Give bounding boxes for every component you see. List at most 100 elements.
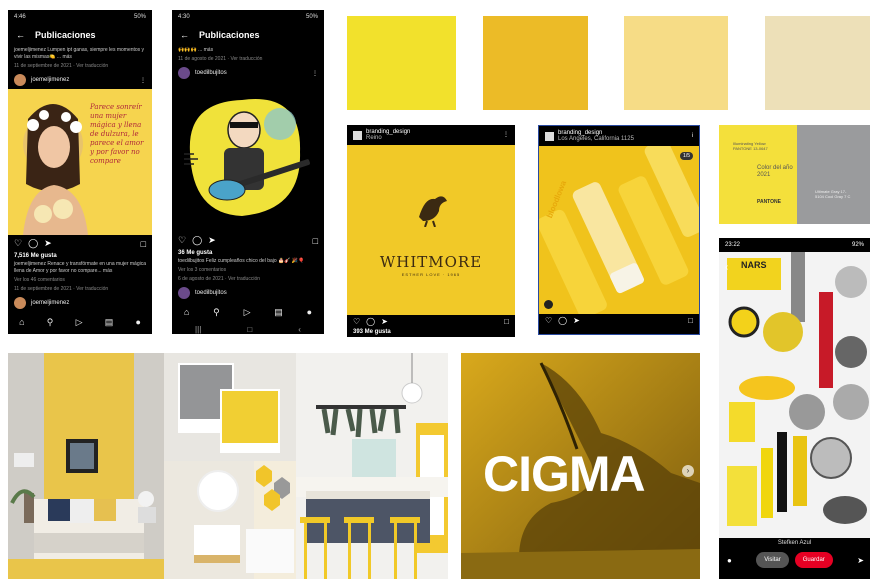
more-options-icon[interactable]: ⋮ (140, 77, 146, 84)
page-title: Publicaciones (35, 30, 96, 40)
post-header[interactable]: joemeljimenez ⋮ (8, 71, 152, 89)
color-swatch-bright-yellow (347, 16, 456, 110)
username[interactable]: toedilbujitos (195, 70, 227, 76)
brand-tagline: ESTHER LOVE · 1965 (401, 272, 461, 277)
back-icon[interactable]: ‹ (298, 325, 301, 334)
username[interactable]: joemeljimenez (31, 300, 69, 306)
instagram-post-whitmore: branding_design Reino ⋮ WHITMORE ESTHER … (347, 125, 515, 337)
likes-count[interactable]: 7,516 Me gusta (8, 252, 152, 260)
back-arrow-icon[interactable]: ← (180, 30, 189, 40)
comment-icon[interactable]: ◯ (366, 317, 375, 326)
comments-link[interactable]: Ver los 46 comentarios (8, 276, 152, 285)
status-bar: 23:22 92% (719, 238, 870, 252)
post-actions: ♡ ◯ ➤ □ (172, 232, 324, 249)
tag-icon[interactable] (544, 300, 553, 309)
heart-icon[interactable]: ♡ (545, 316, 552, 325)
post-image: WHITMORE ESTHER LOVE · 1965 (347, 145, 515, 315)
next-arrow-icon[interactable]: › (682, 465, 694, 477)
post-image: bloodlowa 1/5 (539, 146, 699, 314)
post-actions: ♡ ◯ ➤ □ (347, 315, 515, 328)
visit-button[interactable]: Visitar (756, 552, 789, 568)
avatar (545, 131, 554, 141)
username[interactable]: joemeljimenez (31, 77, 69, 83)
shop-icon[interactable]: ▤ (105, 317, 114, 328)
back-arrow-icon[interactable]: ← (16, 30, 25, 40)
search-icon[interactable]: ⚲ (213, 307, 220, 318)
post-actions: ♡ ◯ ➤ □ (8, 235, 152, 252)
bookmark-icon[interactable]: □ (313, 236, 318, 246)
info-icon[interactable]: i (692, 133, 693, 139)
bedroom-illustration (8, 353, 164, 579)
home-icon[interactable]: ⌂ (184, 307, 189, 318)
post-date: 6 de agosto de 2021 · Ver traducción (178, 276, 261, 282)
avatar (178, 67, 190, 79)
pin-actions: ● Visitar Guardar ➤ (719, 552, 870, 568)
heart-icon[interactable]: ♡ (178, 235, 186, 246)
yellow-bedroom-photo (8, 353, 164, 579)
share-icon[interactable]: ➤ (381, 317, 388, 326)
share-icon[interactable]: ➤ (857, 556, 864, 565)
post-header[interactable]: branding_design Reino ⋮ (347, 125, 515, 145)
home-button-icon[interactable]: □ (247, 325, 252, 334)
home-icon[interactable]: ⌂ (19, 317, 24, 328)
share-icon[interactable]: ➤ (573, 316, 580, 325)
share-icon[interactable]: ➤ (44, 238, 52, 249)
color-swatch-pale-yellow (624, 16, 728, 110)
cigma-title: CIGMA (483, 446, 646, 502)
comment-icon[interactable]: ◯ (558, 316, 567, 325)
carousel-counter: 1/5 (680, 152, 693, 160)
caption-top: joemeljimenez Lumpen ipt ganas, siempre … (14, 47, 145, 60)
post-image: Parece sonreír una mujer mágica y llena … (8, 89, 152, 235)
shop-icon[interactable]: ▤ (274, 307, 283, 318)
post-image (172, 82, 324, 232)
save-button[interactable]: Guardar (794, 552, 833, 568)
next-post-header[interactable]: toedilbujitos (172, 284, 324, 302)
likes-count[interactable]: 36 Me gusta (172, 249, 324, 257)
bookmark-icon[interactable]: □ (141, 239, 146, 249)
pin-title: Stefken Azul (777, 540, 812, 546)
profile-icon[interactable]: ● (307, 307, 312, 318)
next-post-header[interactable]: joemeljimenez (8, 294, 152, 312)
back-arrow-icon[interactable]: ‹ (725, 262, 728, 273)
yellow-kitchen-photo (296, 353, 448, 579)
comments-link[interactable]: Ver los 3 comentarios (172, 266, 324, 275)
pantone-color-card: Illuminating Yellow PANTONE 13-0647 Colo… (719, 125, 870, 224)
comment-icon[interactable]: ● (727, 556, 732, 565)
share-icon[interactable]: ➤ (208, 235, 216, 246)
username[interactable]: toedilbujitos (195, 290, 227, 296)
bass-player-illustration (184, 99, 310, 216)
instagram-post-joemel: 4:46 50% ← Publicaciones joemeljimenez L… (8, 10, 152, 334)
pantone-yellow-label: Illuminating Yellow PANTONE 13-0647 (733, 141, 768, 151)
location[interactable]: Reino (366, 135, 410, 141)
makeup-collage-illustration (727, 252, 869, 526)
pantone-logo: PANTONE (757, 199, 781, 205)
bookmark-icon[interactable]: □ (688, 316, 693, 325)
kitchen-illustration (296, 353, 448, 579)
pantone-gray-panel: Ultimate Gray 17-5104 Cool Gray 7 C (797, 125, 870, 224)
more-options-icon[interactable]: ⋮ (503, 132, 509, 138)
recents-icon[interactable]: ||| (195, 325, 201, 334)
top-bar: ← Publicaciones (8, 24, 152, 46)
art-text: Parece sonreír una mujer mágica y llena … (90, 103, 144, 165)
bookmark-icon[interactable]: □ (504, 317, 509, 326)
reels-icon[interactable]: ▷ (244, 307, 251, 318)
location[interactable]: Los Angeles, California 1125 (558, 136, 634, 142)
top-bar: ← Publicaciones (172, 24, 324, 46)
post-actions: ♡ ◯ ➤ □ (539, 314, 699, 327)
likes-count[interactable]: 393 Me gusta (347, 328, 515, 336)
search-icon[interactable]: ⚲ (47, 317, 54, 328)
more-options-icon[interactable]: ⋮ (312, 70, 318, 77)
post-header[interactable]: toedilbujitos ⋮ (172, 64, 324, 82)
post-header[interactable]: branding_design Los Angeles, California … (539, 126, 699, 146)
reels-icon[interactable]: ▷ (76, 317, 83, 328)
interior-collage-illustration (164, 353, 296, 579)
comment-icon[interactable]: ◯ (28, 238, 38, 249)
status-battery: 50% (133, 14, 146, 20)
caption: joemeljimenez Renace y transfórmate en u… (14, 261, 147, 274)
comment-icon[interactable]: ◯ (192, 235, 202, 246)
heart-icon[interactable]: ♡ (14, 238, 22, 249)
instagram-post-toedilbujitos: 4:30 50% ← Publicaciones 🙌🙌🙌 ... más 11 … (172, 10, 324, 334)
status-battery: 50% (305, 14, 318, 20)
profile-icon[interactable]: ● (135, 317, 140, 328)
heart-icon[interactable]: ♡ (353, 317, 360, 326)
